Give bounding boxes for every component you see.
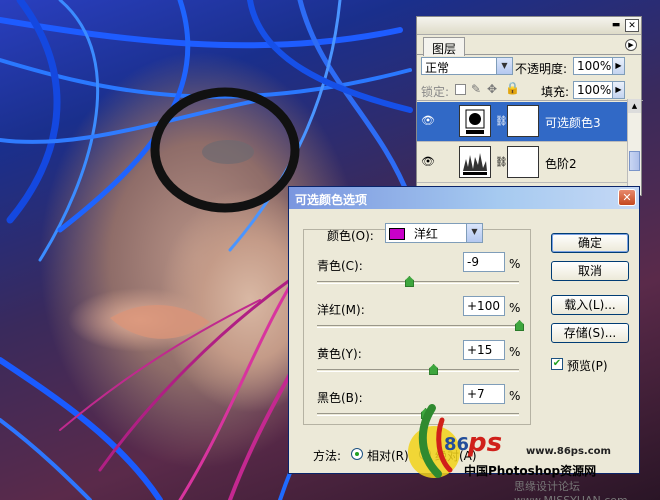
save-button[interactable]: 存储(S)... (551, 323, 629, 343)
lock-brush-icon[interactable]: ✎ (471, 82, 481, 96)
fill-label: 填充: (541, 85, 570, 99)
yellow-slider-track[interactable] (317, 369, 519, 372)
color-swatch (389, 228, 405, 240)
cyan-label: 青色(C): (317, 259, 363, 273)
preview-checkbox[interactable]: ✔ (551, 358, 563, 370)
blend-mode-value: 正常 (425, 61, 450, 75)
chevron-right-icon[interactable]: ▶ (612, 58, 624, 74)
fill-value: 100% (577, 83, 612, 97)
fill-input[interactable]: 100% ▶ (573, 81, 625, 99)
close-icon[interactable]: ✕ (625, 19, 639, 32)
layers-scrollbar[interactable]: ▲ (627, 99, 641, 195)
layer-name: 色阶2 (545, 157, 577, 171)
minimize-icon[interactable]: ▬ (609, 19, 623, 32)
lock-transparency-icon[interactable] (455, 84, 466, 95)
chevron-down-icon[interactable]: ▼ (496, 58, 512, 74)
magenta-slider-track[interactable] (317, 325, 519, 328)
color-select[interactable]: 洋红 ▼ (385, 223, 483, 243)
opacity-value: 100% (577, 59, 612, 73)
eye-icon[interactable]: 👁 (421, 156, 437, 168)
adjustment-thumbnail-icon (459, 105, 491, 137)
preview-label: 预览(P) (567, 359, 608, 373)
dialog-title: 可选颜色选项 (295, 193, 368, 207)
lock-label: 锁定: (421, 85, 450, 99)
yellow-input[interactable]: +15 (463, 340, 505, 360)
watermark-number: 86 (444, 434, 470, 455)
ok-button[interactable]: 确定 (551, 233, 629, 253)
cyan-unit: % (509, 257, 521, 271)
chevron-right-icon[interactable]: ▶ (612, 82, 624, 98)
watermark-url: www.86ps.com (526, 446, 611, 457)
color-value: 洋红 (413, 227, 438, 241)
color-label: 颜色(O): (327, 229, 374, 243)
blend-row: 正常 ▼ 不透明度: 100% ▶ (417, 57, 643, 79)
method-label: 方法: (313, 449, 342, 463)
lock-all-icon[interactable]: 🔒 (505, 81, 520, 95)
panel-menu-icon[interactable]: ▶ (625, 39, 637, 51)
cancel-button[interactable]: 取消 (551, 261, 629, 281)
watermark-site: 中国Photoshop资源网 (464, 464, 597, 478)
watermark-credit: 思缘设计论坛 www.MISSYUAN.com (514, 480, 628, 500)
link-icon[interactable]: ⛓ (495, 157, 508, 168)
yellow-label: 黄色(Y): (317, 347, 362, 361)
magenta-input[interactable]: +100 (463, 296, 505, 316)
link-icon[interactable]: ⛓ (495, 116, 508, 127)
chevron-up-icon[interactable]: ▲ (628, 99, 641, 113)
layers-panel: ▬ ✕ 图层 ▶ 正常 ▼ 不透明度: 100% ▶ 锁定: ✎ ✥ 🔒 填充:… (416, 16, 643, 196)
dialog-titlebar: 可选颜色选项 ✕ (289, 187, 639, 209)
watermark-letter: ps (468, 428, 503, 458)
layer-name: 可选颜色3 (545, 116, 601, 130)
layer-row-selective-color[interactable]: 👁 ⛓ 可选颜色3 (417, 102, 629, 142)
layer-mask-thumbnail (507, 146, 539, 178)
opacity-input[interactable]: 100% ▶ (573, 57, 625, 75)
scrollbar-thumb[interactable] (629, 151, 640, 171)
opacity-label: 不透明度: (515, 62, 568, 76)
levels-thumbnail-icon (459, 146, 491, 178)
blend-mode-select[interactable]: 正常 ▼ (421, 57, 513, 75)
method-relative-radio[interactable] (351, 448, 363, 460)
lock-move-icon[interactable]: ✥ (487, 82, 497, 96)
cyan-slider-track[interactable] (317, 281, 519, 284)
close-icon[interactable]: ✕ (618, 189, 636, 206)
layers-tabbar: 图层 ▶ (417, 35, 641, 56)
load-button[interactable]: 载入(L)... (551, 295, 629, 315)
layer-row-levels[interactable]: 👁 ⛓ 色阶2 (417, 143, 629, 183)
magenta-label: 洋红(M): (317, 303, 365, 317)
layers-panel-titlebar: ▬ ✕ (417, 17, 641, 35)
black-label: 黑色(B): (317, 391, 363, 405)
lock-row: 锁定: ✎ ✥ 🔒 填充: 100% ▶ (417, 79, 643, 101)
eye-icon[interactable]: 👁 (421, 115, 437, 127)
layer-mask-thumbnail (507, 105, 539, 137)
tab-layers[interactable]: 图层 (423, 37, 466, 56)
yellow-unit: % (509, 345, 521, 359)
cyan-input[interactable]: -9 (463, 252, 505, 272)
chevron-down-icon[interactable]: ▼ (466, 224, 482, 242)
magenta-unit: % (509, 301, 521, 315)
